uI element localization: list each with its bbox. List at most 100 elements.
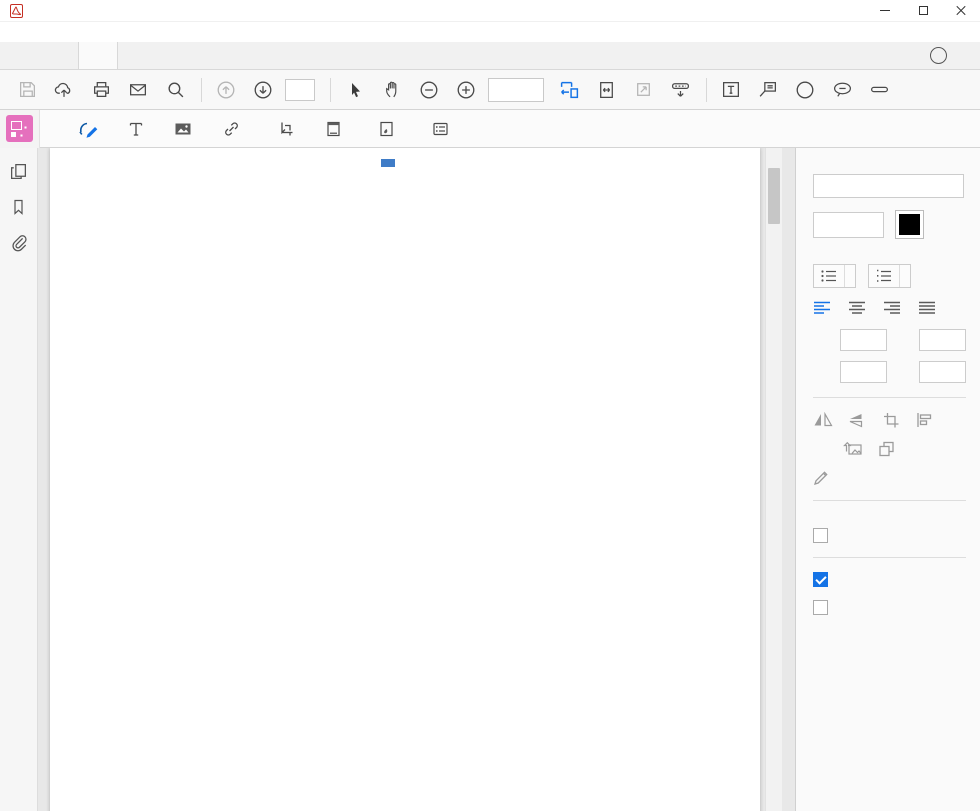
minimize-button[interactable] — [866, 0, 904, 21]
save-button[interactable] — [12, 75, 42, 105]
plus-circle-icon — [456, 80, 476, 100]
close-button[interactable] — [942, 0, 980, 21]
align-center-button[interactable] — [848, 301, 866, 315]
crop-object-button[interactable] — [883, 412, 901, 428]
flip-horizontal-icon — [813, 412, 833, 428]
vertical-scrollbar[interactable] — [765, 148, 782, 811]
restrict-editing-checkbox[interactable] — [813, 600, 966, 615]
add-image-button[interactable] — [173, 120, 200, 138]
link-icon — [222, 120, 241, 138]
hand-icon — [383, 80, 402, 99]
edit-pdf-tool-badge[interactable] — [0, 110, 40, 148]
checkbox-checked-icon — [813, 572, 828, 587]
line-spacing-select[interactable] — [840, 329, 887, 351]
arrange-objects-icon — [878, 441, 896, 457]
more-button[interactable] — [431, 120, 464, 138]
link-button[interactable] — [222, 120, 255, 138]
show-bounding-boxes-checkbox[interactable] — [813, 572, 966, 587]
paperclip-icon — [9, 233, 28, 252]
fit-page-button[interactable] — [591, 75, 621, 105]
select-tool-button[interactable] — [340, 75, 370, 105]
search-button[interactable] — [160, 75, 190, 105]
main-toolbar — [0, 70, 980, 110]
character-spacing-select[interactable] — [919, 361, 966, 383]
callout-button[interactable] — [753, 75, 783, 105]
numbered-list-button[interactable] — [868, 264, 911, 288]
navigation-rail — [0, 148, 38, 811]
flip-vertical-button[interactable] — [848, 412, 868, 428]
zoom-out-button[interactable] — [414, 75, 444, 105]
cursor-icon — [346, 81, 364, 99]
zoom-level-select[interactable] — [488, 78, 544, 102]
scrollbar-thumb[interactable] — [768, 168, 780, 224]
checkbox-unchecked-icon — [813, 600, 828, 615]
fit-page-icon — [597, 80, 616, 100]
arrow-up-circle-icon — [216, 80, 236, 100]
envelope-icon — [128, 80, 148, 99]
ellipse-tool-button[interactable] — [790, 75, 820, 105]
crop-icon — [277, 120, 296, 138]
email-button[interactable] — [123, 75, 153, 105]
toolbar-separator — [706, 78, 707, 102]
flip-horizontal-button[interactable] — [813, 412, 833, 428]
header-footer-icon — [325, 120, 342, 138]
tab-home[interactable] — [0, 42, 32, 69]
line-shape-icon — [869, 80, 890, 99]
pdf-page — [50, 148, 760, 811]
callout-icon — [758, 80, 778, 99]
add-text-button[interactable] — [128, 120, 151, 138]
font-color-picker[interactable] — [895, 210, 924, 239]
previous-page-button[interactable] — [211, 75, 241, 105]
tab-document[interactable] — [78, 42, 118, 69]
bookmarks-button[interactable] — [10, 198, 27, 216]
hand-tool-button[interactable] — [377, 75, 407, 105]
fit-width-button[interactable] — [554, 75, 584, 105]
printer-icon — [92, 80, 111, 99]
arrange-objects-button[interactable] — [878, 441, 898, 457]
line-tool-button[interactable] — [864, 75, 894, 105]
paragraph-spacing-select[interactable] — [919, 329, 966, 351]
share-button[interactable] — [49, 75, 79, 105]
page-display-icon — [670, 80, 691, 100]
scroll-down-icon[interactable] — [766, 793, 783, 809]
font-size-select[interactable] — [813, 212, 884, 238]
replace-image-button[interactable] — [843, 441, 863, 457]
edit-using-button[interactable] — [813, 470, 966, 486]
tab-tools[interactable] — [32, 42, 64, 69]
bullet-list-button[interactable] — [813, 264, 856, 288]
align-objects-button[interactable] — [916, 412, 936, 428]
crop-object-icon — [883, 412, 901, 428]
crop-pages-button[interactable] — [277, 120, 303, 138]
horizontal-scale-select[interactable] — [840, 361, 887, 383]
maximize-button[interactable] — [904, 0, 942, 21]
arrow-down-circle-icon — [253, 80, 273, 100]
header-footer-button[interactable] — [325, 120, 356, 138]
pdf-title-textblock[interactable] — [383, 161, 393, 165]
watermark-button[interactable] — [378, 120, 409, 138]
help-icon[interactable] — [930, 47, 947, 64]
edit-pdf-toolbar — [0, 110, 980, 148]
next-page-button[interactable] — [248, 75, 278, 105]
selection-handle[interactable] — [390, 162, 395, 167]
align-left-button[interactable] — [813, 301, 831, 315]
numbered-list-icon — [875, 269, 893, 283]
actual-size-button[interactable] — [628, 75, 658, 105]
align-right-button[interactable] — [883, 301, 901, 315]
toolbar-separator — [330, 78, 331, 102]
edit-pencil-icon — [77, 119, 99, 139]
recognize-text-checkbox[interactable] — [813, 528, 966, 543]
font-family-select[interactable] — [813, 174, 964, 198]
checkbox-unchecked-icon — [813, 528, 828, 543]
zoom-in-button[interactable] — [451, 75, 481, 105]
print-button[interactable] — [86, 75, 116, 105]
page-number-input[interactable] — [285, 79, 315, 101]
comment-button[interactable] — [827, 75, 857, 105]
align-justify-button[interactable] — [918, 301, 936, 315]
scroll-up-icon[interactable] — [766, 150, 783, 166]
align-objects-icon — [916, 412, 934, 428]
edit-button[interactable] — [77, 119, 106, 139]
attachments-button[interactable] — [9, 233, 28, 252]
add-text-box-button[interactable] — [716, 75, 746, 105]
scroll-mode-button[interactable] — [665, 75, 695, 105]
page-thumbnails-button[interactable] — [9, 162, 28, 181]
